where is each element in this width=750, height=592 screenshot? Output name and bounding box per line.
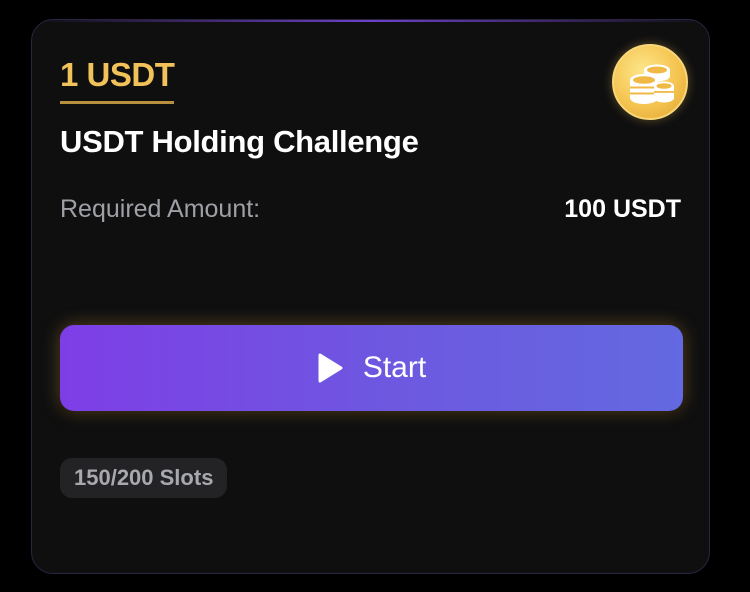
start-button-label: Start [362, 351, 427, 384]
coins-stack-icon [612, 44, 688, 120]
challenge-card: 1 USDT USDT Holding Challenge Required A… [31, 19, 710, 574]
required-amount-value: 100 USDT [564, 195, 681, 223]
play-icon [318, 353, 343, 383]
reward-amount: 1 USDT [60, 58, 175, 104]
start-button[interactable]: Start [60, 325, 683, 411]
required-amount-label: Required Amount: [60, 195, 261, 223]
slots-badge: 150/200 Slots [60, 458, 228, 498]
challenge-title: USDT Holding Challenge [60, 124, 419, 159]
